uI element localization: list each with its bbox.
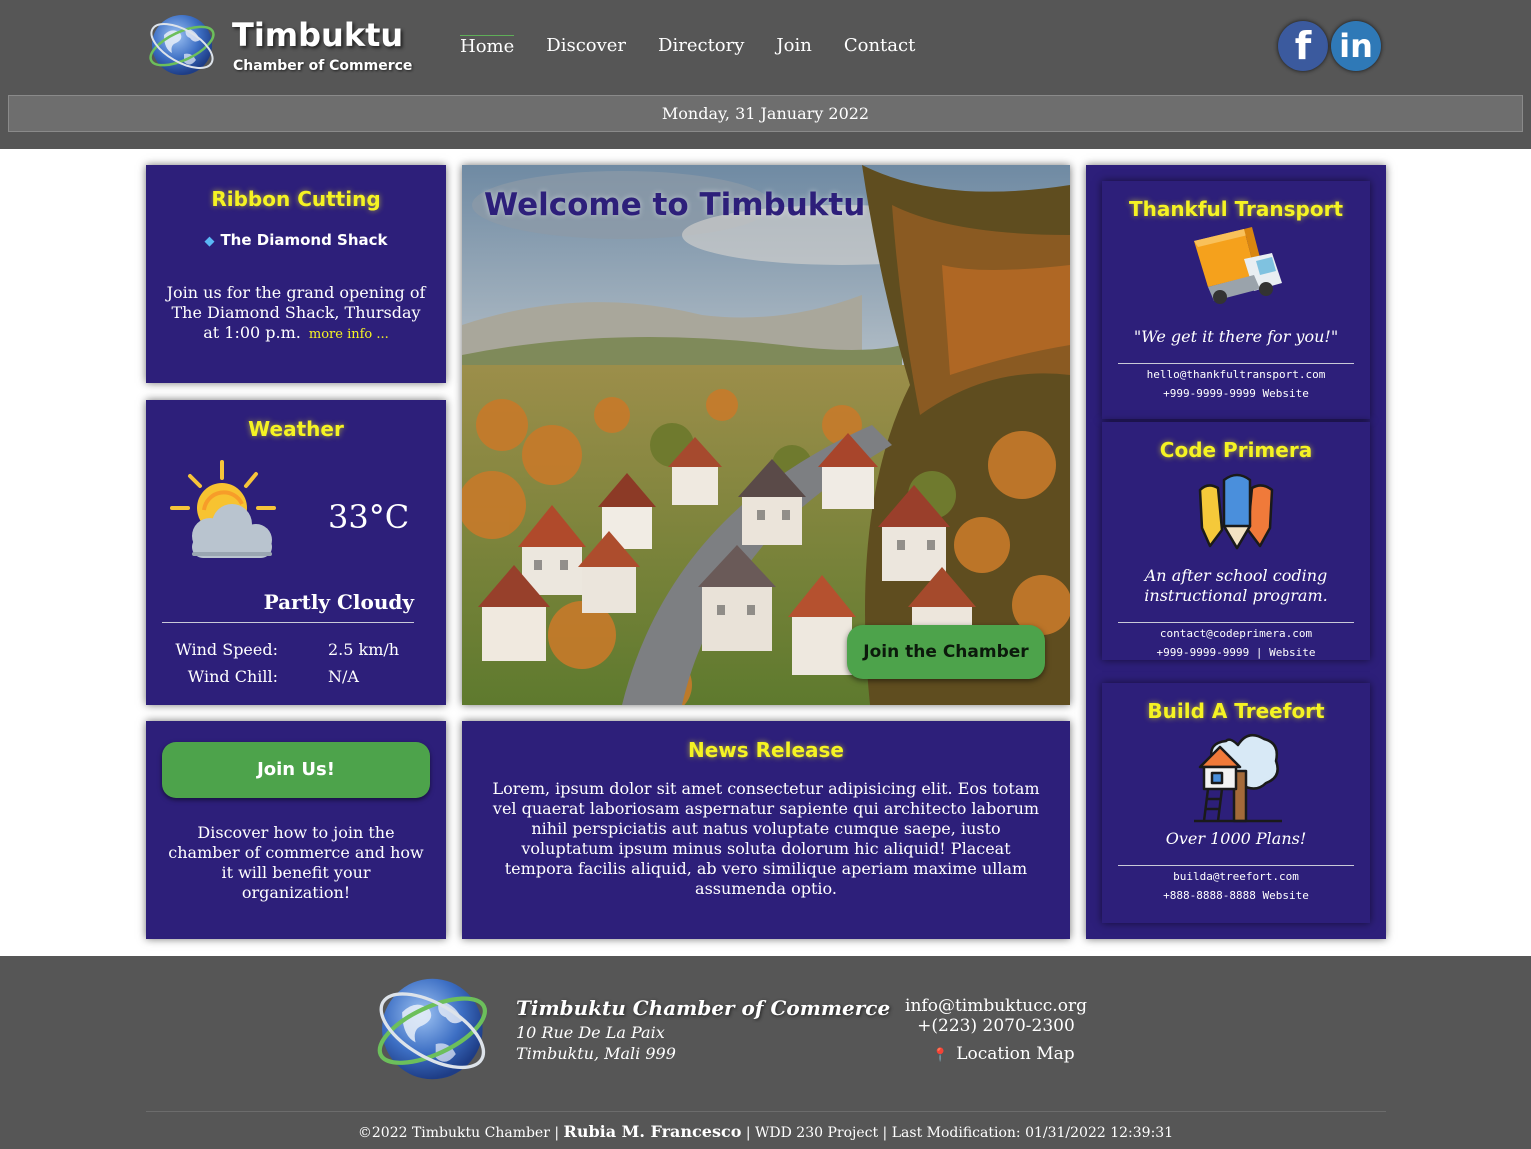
pencils-icon (1198, 473, 1274, 550)
nav-join[interactable]: Join (776, 35, 811, 60)
ribbon-cutting-title: Ribbon Cutting (211, 187, 381, 211)
weather-card: Weather 33°C Partly Cloudy Wind Speed: 2… (146, 400, 446, 705)
wind-speed-label: Wind Speed: (175, 640, 278, 659)
spotlight-title: Thankful Transport (1128, 197, 1344, 221)
more-info-link[interactable]: more info ... (309, 327, 389, 342)
ribbon-description: Join us for the grand opening of The Dia… (166, 283, 426, 345)
spotlight-email[interactable]: builda@treefort.com (1102, 867, 1370, 886)
spotlight-divider (1118, 865, 1354, 866)
news-release-title: News Release (688, 738, 844, 762)
spotlight-thankful-transport: Thankful Transport "We get it there for … (1102, 181, 1370, 419)
diamond-icon: ◆ (204, 234, 215, 249)
news-release-body: Lorem, ipsum dolor sit amet consectetur … (492, 779, 1040, 898)
spotlight-email[interactable]: hello@thankfultransport.com (1102, 365, 1370, 384)
map-pin-icon: 📍 (932, 1048, 949, 1063)
footer-copyright-line: ©2022 Timbuktu Chamber | Rubia M. France… (357, 1122, 1174, 1141)
wind-chill-label: Wind Chill: (187, 667, 278, 686)
footer-email[interactable]: info@timbuktucc.org (880, 996, 1112, 1016)
join-us-card: Join Us! Discover how to join the chambe… (146, 721, 446, 939)
join-us-description: Discover how to join the chamber of comm… (168, 823, 424, 902)
footer-contact: info@timbuktucc.org +(223) 2070-2300 (880, 996, 1112, 1036)
spotlight-title: Build A Treefort (1147, 699, 1325, 723)
spotlight-title: Code Primera (1159, 438, 1313, 462)
hero-banner: Welcome to Timbuktu Join the Chamber (462, 165, 1070, 705)
spotlight-contact[interactable]: +999-9999-9999 Website (1102, 384, 1370, 403)
linkedin-icon[interactable]: in (1331, 21, 1381, 71)
spotlight-contact[interactable]: +888-8888-8888 Website (1102, 886, 1370, 905)
spotlight-code-primera: Code Primera An after school coding inst… (1102, 422, 1370, 660)
location-map-label: Location Map (956, 1044, 1075, 1064)
wind-chill-value: N/A (328, 667, 359, 686)
wind-speed-value: 2.5 km/h (328, 640, 400, 659)
ribbon-cutting-card: Ribbon Cutting ◆ The Diamond Shack Join u… (146, 165, 446, 383)
globe-logo-icon (377, 978, 487, 1080)
footer-address: 10 Rue De La Paix Timbuktu, Mali 999 (516, 1022, 676, 1064)
join-the-chamber-button[interactable]: Join the Chamber (847, 625, 1045, 679)
business-spotlights: Thankful Transport "We get it there for … (1086, 165, 1386, 939)
partly-cloudy-icon (170, 460, 276, 558)
last-modified: Last Modification: 01/31/2022 12:39:31 (891, 1125, 1174, 1141)
weather-condition: Partly Cloudy (263, 590, 414, 614)
truck-icon (1194, 227, 1282, 304)
spotlight-contact[interactable]: +999-9999-9999 | Website (1102, 643, 1370, 662)
weather-title: Weather (248, 417, 344, 441)
spotlight-email[interactable]: contact@codeprimera.com (1102, 624, 1370, 643)
spotlight-tagline: An after school coding instructional pro… (1144, 566, 1328, 605)
nav-home[interactable]: Home (460, 35, 515, 60)
nav-discover[interactable]: Discover (546, 35, 626, 60)
weather-divider (162, 622, 414, 623)
facebook-icon[interactable]: f (1278, 21, 1328, 71)
ribbon-business-name: The Diamond Shack (220, 231, 388, 249)
linkedin-glyph: in (1339, 27, 1373, 65)
spotlight-tagline: Over 1000 Plans! (1165, 829, 1307, 848)
copyright: ©2022 Timbuktu Chamber (357, 1125, 550, 1141)
village-landscape-image (462, 165, 1070, 705)
footer-divider (146, 1111, 1386, 1112)
project-name: WDD 230 Project (755, 1125, 879, 1141)
footer-address-line-1: 10 Rue De La Paix (516, 1023, 665, 1042)
brand-name[interactable]: Timbuktu (232, 16, 403, 54)
author-name: Rubia M. Francesco (563, 1122, 742, 1141)
spotlight-divider (1118, 622, 1354, 623)
footer-org-name: Timbuktu Chamber of Commerce (516, 996, 891, 1020)
globe-logo-icon[interactable] (146, 10, 220, 80)
facebook-glyph: f (1294, 24, 1312, 68)
temperature-value: 33°C (328, 498, 410, 536)
ribbon-business: ◆ The Diamond Shack (146, 231, 446, 249)
footer-phone[interactable]: +(223) 2070-2300 (880, 1016, 1112, 1036)
location-map-link[interactable]: 📍 Location Map (932, 1044, 1075, 1064)
site-header: Timbuktu Chamber of Commerce Home Discov… (0, 0, 1531, 149)
join-us-button[interactable]: Join Us! (162, 742, 430, 798)
site-footer: Timbuktu Chamber of Commerce 10 Rue De L… (0, 956, 1531, 1149)
nav-contact[interactable]: Contact (844, 35, 915, 60)
treehouse-icon (1194, 733, 1282, 823)
brand-subtitle: Chamber of Commerce (233, 58, 413, 74)
spotlight-build-a-treefort: Build A Treefort Over 1000 Plans! builda… (1102, 683, 1370, 923)
hero-title: Welcome to Timbuktu (484, 187, 866, 223)
main-nav: Home Discover Directory Join Contact (460, 35, 947, 60)
nav-directory[interactable]: Directory (658, 35, 744, 60)
spotlight-divider (1118, 363, 1354, 364)
news-release-card: News Release Lorem, ipsum dolor sit amet… (462, 721, 1070, 939)
footer-address-line-2: Timbuktu, Mali 999 (516, 1044, 676, 1063)
spotlight-tagline: "We get it there for you!" (1133, 327, 1339, 346)
current-date-bar: Monday, 31 January 2022 (8, 95, 1523, 132)
